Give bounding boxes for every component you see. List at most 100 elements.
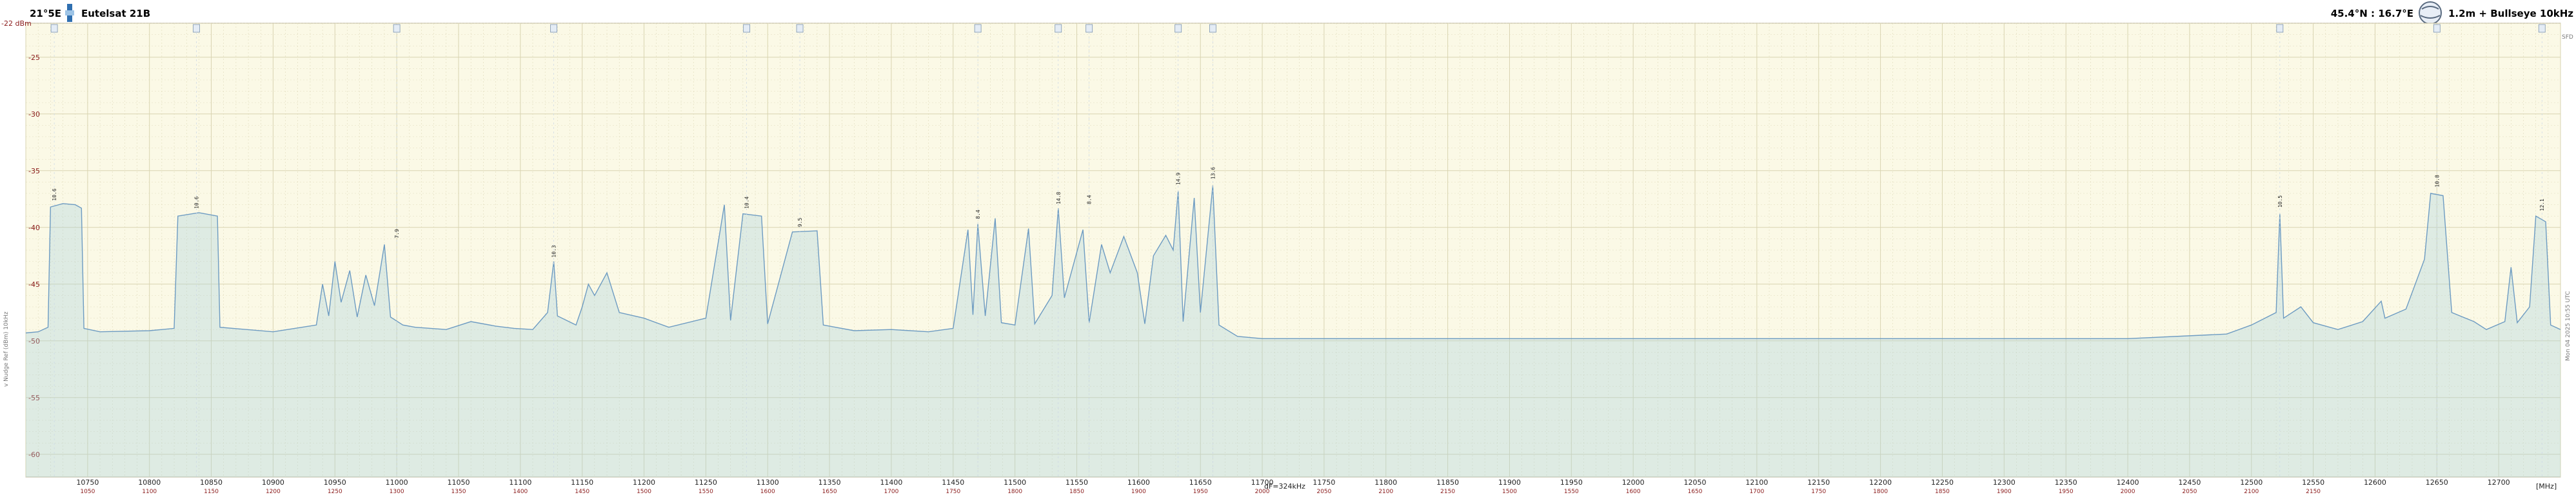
- x-tick-if-label: 1100: [142, 489, 157, 495]
- x-tick-if-label: 1550: [1564, 489, 1579, 495]
- x-tick-label: 11250: [695, 478, 717, 487]
- x-tick-label: 11300: [757, 478, 779, 487]
- channel-marker-box: [1174, 24, 1182, 33]
- x-tick-label: 10900: [262, 478, 284, 487]
- peak-label: 10.3: [551, 245, 557, 257]
- x-tick-if-label: 2100: [2244, 489, 2259, 495]
- right-vertical-label: Mon 04 2025 10:55 UTC: [2565, 291, 2571, 361]
- x-tick-label: 11950: [1560, 478, 1583, 487]
- x-tick-if-label: 1650: [822, 489, 837, 495]
- peak-label: 10.8: [2434, 175, 2440, 187]
- x-tick-if-label: 1500: [637, 489, 651, 495]
- x-tick-if-label: 1650: [1688, 489, 1703, 495]
- spectrum-chart: 21°5E Eutelsat 21B 45.4°N : 16.7°E 1.2m …: [1, 1, 2573, 495]
- x-tick-if-label: 1050: [80, 489, 95, 495]
- x-tick-label: 11100: [509, 478, 531, 487]
- x-tick-if-label: 1750: [946, 489, 960, 495]
- x-tick-label: 12150: [1807, 478, 1830, 487]
- channel-marker-box: [550, 24, 557, 33]
- x-tick-if-label: 2150: [1440, 489, 1455, 495]
- channel-marker-box: [193, 24, 200, 33]
- x-tick-if-label: 1700: [1749, 489, 1764, 495]
- peak-label: 13.6: [1210, 167, 1216, 179]
- x-tick-if-label: 2150: [2306, 489, 2321, 495]
- y-tick-label: -25: [28, 54, 40, 62]
- x-tick-label: 11500: [1004, 478, 1026, 487]
- x-tick-label: 11600: [1127, 478, 1150, 487]
- x-tick-label: 12500: [2240, 478, 2263, 487]
- x-tick-label: 12700: [2488, 478, 2510, 487]
- x-tick-label: 12450: [2178, 478, 2201, 487]
- x-tick-label: 10750: [76, 478, 99, 487]
- channel-marker-box: [974, 24, 982, 33]
- channel-marker-box: [1085, 24, 1093, 33]
- x-tick-label: 12300: [1993, 478, 2016, 487]
- x-tick-label: 11350: [818, 478, 841, 487]
- y-top-label: -22 dBm: [1, 19, 32, 28]
- x-tick-label: 11000: [386, 478, 408, 487]
- x-tick-label: 11750: [1313, 478, 1335, 487]
- x-tick-label: 11450: [942, 478, 964, 487]
- x-tick-label: 12650: [2426, 478, 2448, 487]
- peak-label: 14.8: [1056, 191, 1062, 204]
- x-tick-label: 12400: [2117, 478, 2139, 487]
- satellite-name: Eutelsat 21B: [81, 8, 150, 19]
- x-tick-label: 12050: [1684, 478, 1707, 487]
- channel-marker-box: [1209, 24, 1216, 33]
- x-tick-if-label: 1950: [2059, 489, 2074, 495]
- x-tick-if-label: 1450: [575, 489, 590, 495]
- channel-marker-box: [393, 24, 401, 33]
- x-tick-label: 12100: [1745, 478, 1768, 487]
- dish-info: 1.2m + Bullseye 10kHz: [2448, 8, 2573, 19]
- x-tick-if-label: 1150: [204, 489, 219, 495]
- right-corner-label: SFD: [2562, 34, 2573, 41]
- channel-marker-box: [743, 24, 751, 33]
- x-tick-label: 12600: [2364, 478, 2386, 487]
- channel-marker-box: [2538, 24, 2546, 33]
- peak-label: 8.4: [975, 210, 981, 219]
- satellite-icon: [65, 4, 74, 22]
- x-tick-label: 11650: [1189, 478, 1212, 487]
- channel-marker-box: [2433, 24, 2441, 33]
- x-tick-label: 12350: [2055, 478, 2077, 487]
- x-tick-if-label: 1250: [328, 489, 342, 495]
- orbital-position: 21°5E: [30, 8, 61, 19]
- x-tick-label: 11800: [1374, 478, 1397, 487]
- x-tick-label: 10850: [200, 478, 223, 487]
- receiver-location: 45.4°N : 16.7°E: [2331, 8, 2413, 19]
- x-tick-label: 11150: [571, 478, 593, 487]
- channel-marker-box: [2276, 24, 2284, 33]
- x-tick-label: 10950: [324, 478, 346, 487]
- y-tick-label: -30: [28, 110, 40, 119]
- x-tick-label: 11400: [880, 478, 902, 487]
- x-tick-if-label: 1800: [1873, 489, 1888, 495]
- x-tick-if-label: 1900: [1131, 489, 1146, 495]
- x-tick-if-label: 1400: [513, 489, 528, 495]
- header: 21°5E Eutelsat 21B 45.4°N : 16.7°E 1.2m …: [30, 1, 2573, 24]
- x-tick-if-label: 1300: [390, 489, 404, 495]
- x-tick-if-label: 1200: [266, 489, 281, 495]
- channel-marker-box: [796, 24, 804, 33]
- peak-label: 10.4: [744, 196, 750, 208]
- x-tick-if-label: 1600: [760, 489, 775, 495]
- x-tick-if-label: 1900: [1997, 489, 2012, 495]
- x-tick-if-label: 2050: [2182, 489, 2197, 495]
- y-tick-label: -35: [28, 167, 40, 175]
- peak-label: 8.4: [1087, 195, 1093, 204]
- channel-marker-box: [50, 24, 58, 33]
- peak-label: 9.5: [797, 217, 803, 227]
- peak-label: 10.6: [194, 196, 200, 208]
- x-tick-if-label: 1600: [1626, 489, 1641, 495]
- left-vertical-label: v Nudge Ref (dBm) 10kHz: [3, 311, 10, 387]
- peak-label: 14.9: [1176, 173, 1182, 185]
- x-tick-if-label: 1700: [884, 489, 898, 495]
- x-tick-label: 12200: [1869, 478, 1892, 487]
- x-tick-if-label: 1950: [1193, 489, 1208, 495]
- x-tick-if-label: 2100: [1378, 489, 1393, 495]
- x-tick-label: 11900: [1498, 478, 1521, 487]
- x-tick-if-label: 1350: [451, 489, 466, 495]
- x-tick-label: 11200: [633, 478, 655, 487]
- peak-label: 7.9: [394, 229, 400, 239]
- x-tick-if-label: 2050: [1316, 489, 1331, 495]
- x-tick-if-label: 2000: [2121, 489, 2135, 495]
